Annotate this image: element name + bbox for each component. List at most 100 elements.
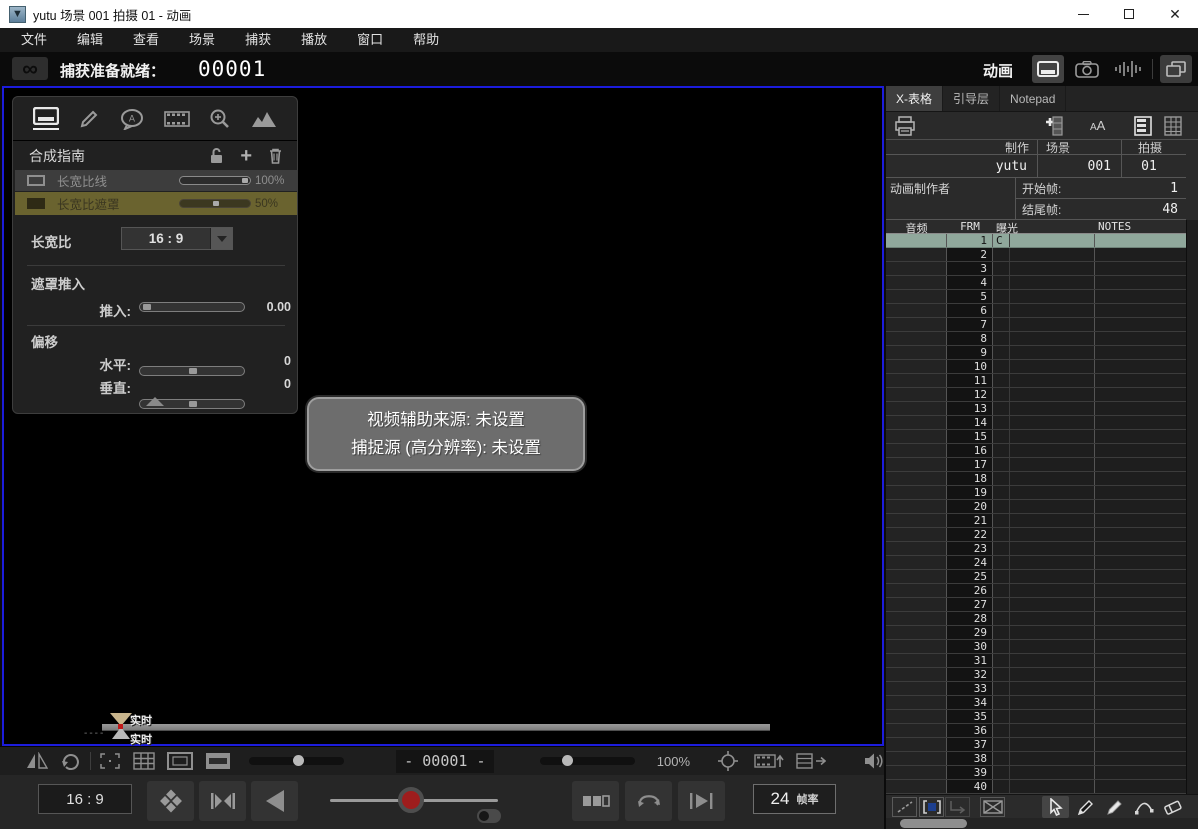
frame-number-cell[interactable]: 34 [947, 696, 993, 709]
table-row[interactable]: 9 [886, 346, 1186, 360]
guide-row-aspect-lines[interactable]: 长宽比线 100% [15, 170, 297, 191]
exposure-cell[interactable] [993, 374, 1095, 387]
exposure-cell[interactable] [993, 514, 1095, 527]
audio-cell[interactable] [886, 304, 947, 317]
notes-cell[interactable] [1095, 416, 1186, 429]
exposure-cell[interactable] [993, 598, 1095, 611]
notes-cell[interactable] [1095, 528, 1186, 541]
frame-number-cell[interactable]: 25 [947, 570, 993, 583]
rotate-view-icon[interactable] [60, 751, 82, 771]
table-row[interactable]: 25 [886, 570, 1186, 584]
notes-cell[interactable] [1095, 500, 1186, 513]
table-row[interactable]: 32 [886, 668, 1186, 682]
notes-cell[interactable] [1095, 248, 1186, 261]
table-row[interactable]: 11 [886, 374, 1186, 388]
mask-opacity-slider[interactable] [249, 757, 344, 765]
frame-number-cell[interactable]: 24 [947, 556, 993, 569]
menu-view[interactable]: 查看 [118, 28, 174, 52]
push-slider[interactable] [139, 302, 245, 312]
table-row[interactable]: 24 [886, 556, 1186, 570]
table-row[interactable]: 3 [886, 262, 1186, 276]
flip-horizontal-icon[interactable] [26, 752, 48, 770]
frame-number-cell[interactable]: 18 [947, 472, 993, 485]
menu-window[interactable]: 窗口 [342, 28, 398, 52]
notes-cell[interactable] [1095, 752, 1186, 765]
notes-cell[interactable] [1095, 402, 1186, 415]
exposure-cell[interactable] [993, 542, 1095, 555]
frame-number-cell[interactable]: 17 [947, 458, 993, 471]
notes-cell[interactable] [1095, 724, 1186, 737]
frame-number-cell[interactable]: 7 [947, 318, 993, 331]
audio-cell[interactable] [886, 332, 947, 345]
exposure-cell[interactable] [993, 584, 1095, 597]
audio-cell[interactable] [886, 430, 947, 443]
table-row[interactable]: 16 [886, 444, 1186, 458]
collapse-panel-arrow-icon[interactable] [146, 397, 164, 406]
table-row[interactable]: 33 [886, 682, 1186, 696]
frame-number-cell[interactable]: 30 [947, 640, 993, 653]
frame-number-cell[interactable]: 38 [947, 752, 993, 765]
exposure-cell[interactable] [993, 486, 1095, 499]
audio-cell[interactable] [886, 388, 947, 401]
notes-cell[interactable] [1095, 360, 1186, 373]
exposure-cell[interactable] [993, 738, 1095, 751]
table-row[interactable]: 18 [886, 472, 1186, 486]
notes-cell[interactable] [1095, 766, 1186, 779]
table-row[interactable]: 17 [886, 458, 1186, 472]
select-tool-icon[interactable] [1042, 796, 1069, 818]
exposure-cell[interactable]: C [993, 234, 1095, 247]
notes-cell[interactable] [1095, 514, 1186, 527]
audio-cell[interactable] [886, 640, 947, 653]
maximize-button[interactable] [1106, 0, 1152, 28]
take-value[interactable]: 01 [1122, 155, 1186, 178]
table-row[interactable]: 5 [886, 290, 1186, 304]
aspect-lines-toggle-icon[interactable] [167, 752, 193, 770]
audio-cell[interactable] [886, 234, 947, 247]
windows-layout-button[interactable] [1160, 55, 1192, 83]
frame-number-cell[interactable]: 14 [947, 416, 993, 429]
table-row[interactable]: 10 [886, 360, 1186, 374]
table-row[interactable]: 26 [886, 584, 1186, 598]
audio-cell[interactable] [886, 654, 947, 667]
table-row[interactable]: 28 [886, 612, 1186, 626]
exposure-cell[interactable] [993, 570, 1095, 583]
audio-cell[interactable] [886, 276, 947, 289]
frame-number-cell[interactable]: 29 [947, 626, 993, 639]
frame-number-cell[interactable]: 13 [947, 402, 993, 415]
table-row[interactable]: 34 [886, 696, 1186, 710]
menu-playback[interactable]: 播放 [286, 28, 342, 52]
frame-number-cell[interactable]: 39 [947, 766, 993, 779]
frame-counter[interactable]: - 00001 - [396, 750, 494, 773]
frame-number-cell[interactable]: 8 [947, 332, 993, 345]
frame-number-cell[interactable]: 40 [947, 780, 993, 793]
notes-cell[interactable] [1095, 290, 1186, 303]
exposure-cell[interactable] [993, 556, 1095, 569]
audio-cell[interactable] [886, 598, 947, 611]
frame-number-cell[interactable]: 37 [947, 738, 993, 751]
annotation-tab-icon[interactable]: A [120, 108, 144, 130]
hold-range-tool-icon[interactable] [919, 797, 944, 817]
aspect-ratio-select[interactable]: 16 : 9 [121, 227, 233, 250]
table-row[interactable]: 22 [886, 528, 1186, 542]
tab-guide-layers[interactable]: 引导层 [943, 86, 1000, 111]
frame-number-cell[interactable]: 9 [947, 346, 993, 359]
frame-number-cell[interactable]: 31 [947, 654, 993, 667]
frame-number-cell[interactable]: 23 [947, 542, 993, 555]
scene-value[interactable]: 001 [1038, 155, 1122, 178]
exposure-cell[interactable] [993, 360, 1095, 373]
table-row[interactable]: 1C [886, 234, 1186, 248]
audio-cell[interactable] [886, 682, 947, 695]
frame-number-cell[interactable]: 27 [947, 598, 993, 611]
table-row[interactable]: 13 [886, 402, 1186, 416]
shortplay-button[interactable] [147, 781, 194, 821]
audio-cell[interactable] [886, 248, 947, 261]
exposure-cell[interactable] [993, 430, 1095, 443]
table-row[interactable]: 7 [886, 318, 1186, 332]
filmstrip-up-icon[interactable] [754, 752, 784, 770]
exposure-cell[interactable] [993, 528, 1095, 541]
notes-cell[interactable] [1095, 626, 1186, 639]
table-row[interactable]: 36 [886, 724, 1186, 738]
notes-cell[interactable] [1095, 234, 1186, 247]
playhead-handle[interactable] [398, 787, 424, 813]
exposure-cell[interactable] [993, 388, 1095, 401]
